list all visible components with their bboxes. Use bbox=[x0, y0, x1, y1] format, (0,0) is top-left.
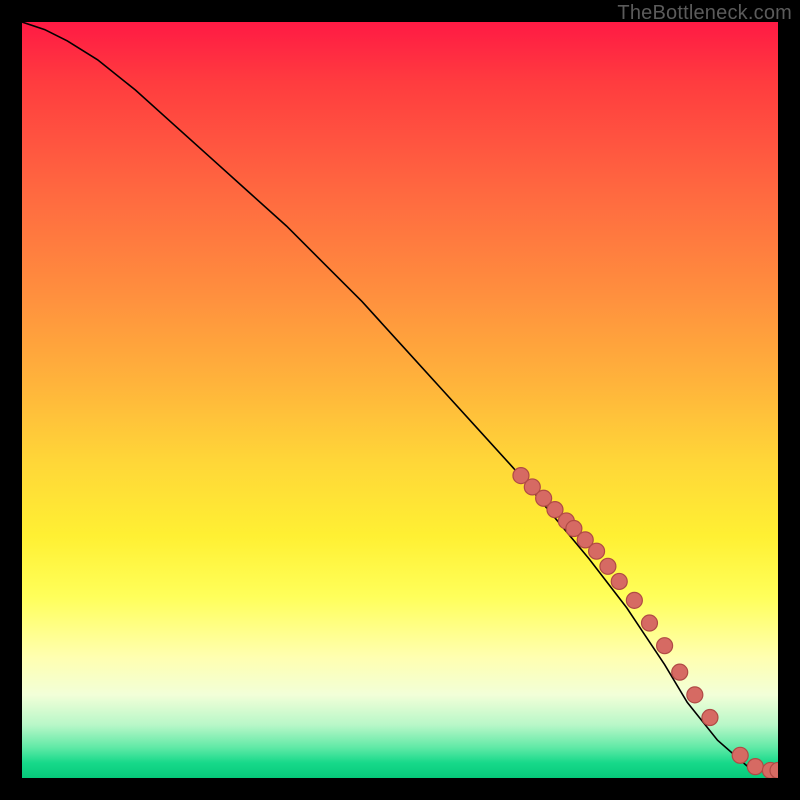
watermark-text: TheBottleneck.com bbox=[617, 2, 792, 25]
chart-svg bbox=[22, 22, 778, 778]
plot-area bbox=[22, 22, 778, 778]
data-marker bbox=[687, 687, 703, 703]
data-marker bbox=[641, 615, 657, 631]
data-marker bbox=[747, 759, 763, 775]
data-marker bbox=[732, 747, 748, 763]
data-marker bbox=[589, 543, 605, 559]
bottleneck-curve bbox=[22, 22, 778, 770]
data-marker bbox=[600, 558, 616, 574]
chart-frame: TheBottleneck.com bbox=[0, 0, 800, 800]
data-marker bbox=[702, 710, 718, 726]
data-marker bbox=[611, 573, 627, 589]
data-marker bbox=[626, 592, 642, 608]
data-marker bbox=[657, 638, 673, 654]
data-marker bbox=[672, 664, 688, 680]
